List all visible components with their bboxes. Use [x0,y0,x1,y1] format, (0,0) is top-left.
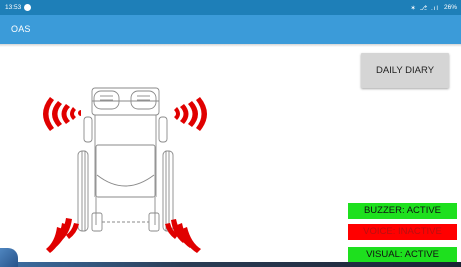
backrest [91,87,160,116]
app-bar: OAS [0,15,461,44]
buzzer-status-button[interactable]: BUZZER: ACTIVE [348,203,457,219]
visual-status-button[interactable]: VISUAL: ACTIVE [348,247,457,262]
sensor-front-right-icon [174,97,207,131]
wheelchair-top-view-icon [77,87,174,232]
right-wheel [162,150,174,232]
android-icon [24,4,31,11]
right-footrest [148,212,160,232]
daily-diary-button[interactable]: DAILY DIARY [361,53,449,88]
status-time: 13:53 [5,4,22,11]
left-caster [83,116,93,143]
left-footrest [91,212,103,232]
sensor-front-left-icon [43,97,81,131]
left-wheel [77,150,89,232]
status-bar: 13:53 ✶ ⎇ .ıl 26% [0,0,461,15]
background-edge-glare [0,248,18,267]
voice-status-button[interactable]: VOICE: INACTIVE [348,224,457,240]
seat-sling [96,174,155,187]
app-title: OAS [11,24,31,34]
battery-level: 26% [443,4,457,11]
background-edge [0,262,461,267]
right-caster [158,116,168,143]
seat [95,144,156,198]
connectivity-icons: ✶ ⎇ .ıl [410,5,439,12]
sensor-rear-left-icon [46,218,79,253]
sensor-rear-right-icon [165,219,201,253]
app-screen: 13:53 ✶ ⎇ .ıl 26% OAS DAILY DIARY BUZZER… [0,0,461,262]
wheelchair-sensor-diagram [43,87,207,253]
